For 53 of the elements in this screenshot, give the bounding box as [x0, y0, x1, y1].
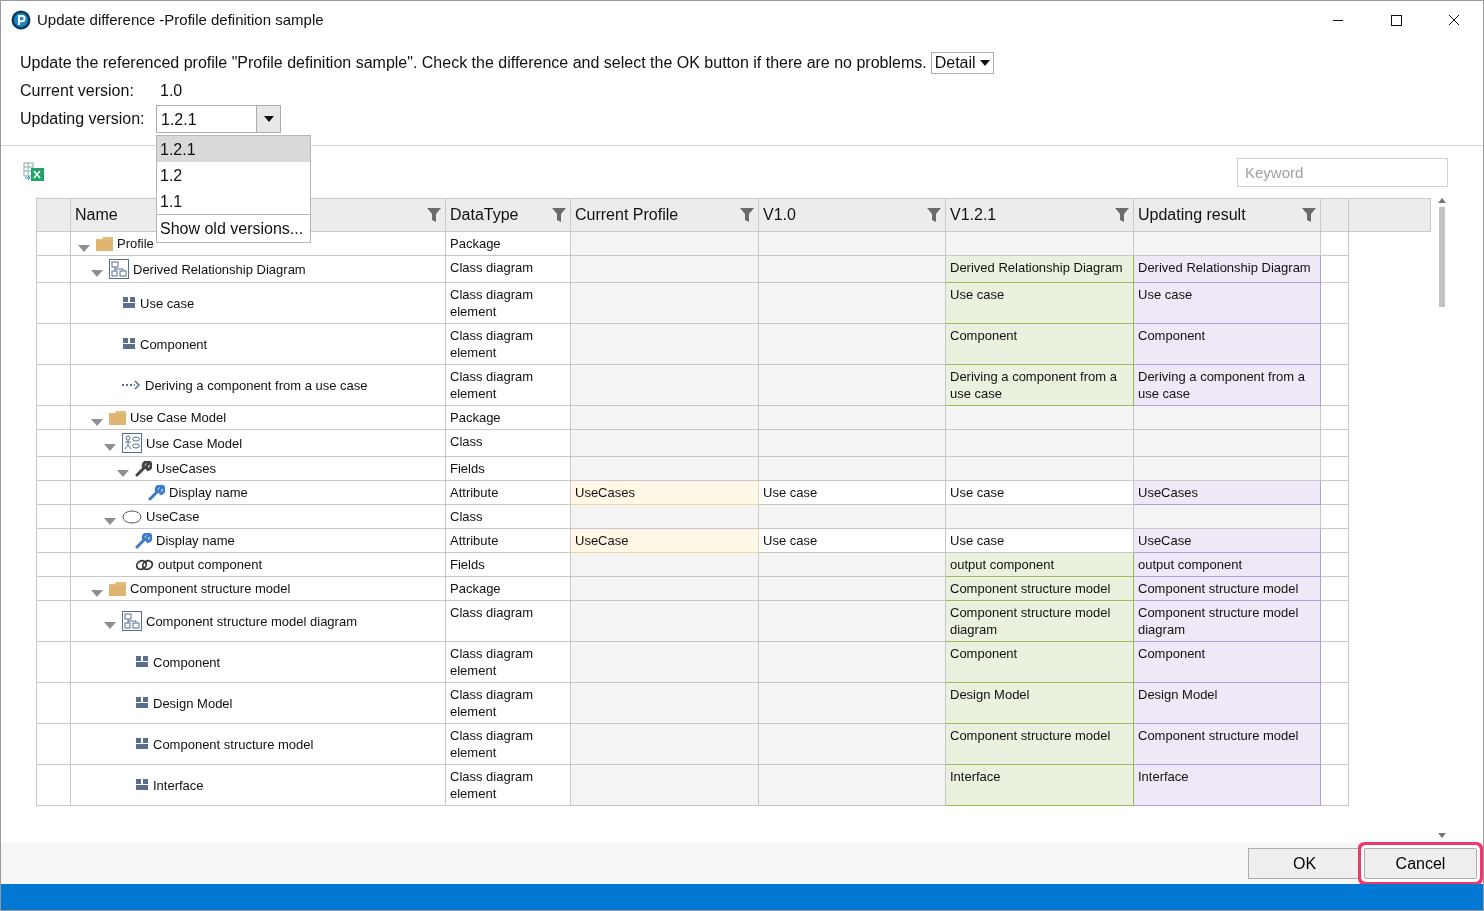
- current-version-value: 1.0: [160, 81, 183, 101]
- table-cell: Class diagram element: [445, 364, 571, 406]
- table-cell: Package: [445, 405, 571, 430]
- table-cell: Class diagram element: [445, 764, 571, 806]
- table-cell: Class: [445, 504, 571, 529]
- field-label: Updating version:: [20, 109, 146, 129]
- table-cell: Use case: [758, 528, 946, 553]
- table-cell: Package: [445, 576, 571, 601]
- table-cell: Component: [945, 641, 1134, 683]
- table-cell: Component: [1133, 641, 1321, 683]
- table-cell: Use case: [945, 480, 1134, 505]
- table-cell: Component structure model: [1133, 723, 1321, 765]
- table-cell: Component: [945, 323, 1134, 365]
- table-cell: Component structure model diagram: [1133, 600, 1321, 642]
- table-cell: Fields: [445, 456, 571, 481]
- table-cell: Design Model: [1133, 682, 1321, 724]
- table-cell: UseCase: [1133, 528, 1321, 553]
- table-cell: Deriving a component from a use case: [945, 364, 1134, 406]
- table-cell: Class diagram element: [445, 723, 571, 765]
- instruction-text: Update the referenced profile "Profile definition sample". Check the difference and select the OK button if there are no problems.: [20, 53, 927, 73]
- table-cell: Use case: [945, 528, 1134, 553]
- table-cell: output component: [945, 552, 1134, 577]
- table-cell: Use case: [945, 282, 1134, 324]
- table-cell: Class diagram: [445, 255, 571, 283]
- window-title: Update difference -Profile definition sample: [37, 9, 324, 30]
- field-label: Current version:: [20, 81, 135, 101]
- table-cell: Interface: [1133, 764, 1321, 806]
- table-cell: UseCase: [570, 528, 759, 553]
- table-cell: Attribute: [445, 480, 571, 505]
- table-cell: output component: [1133, 552, 1321, 577]
- table-cell: Use case: [758, 480, 946, 505]
- table-cell: Derived Relationship Diagram: [1133, 255, 1321, 283]
- table-cell: Fields: [445, 552, 571, 577]
- table-cell: Component structure model: [945, 723, 1134, 765]
- table-cell: Class: [445, 429, 571, 457]
- table-cell: Package: [445, 231, 571, 256]
- table-cell: Deriving a component from a use case: [1133, 364, 1321, 406]
- table-cell: Design Model: [945, 682, 1134, 724]
- table-cell: Component structure model: [945, 576, 1134, 601]
- table-cell: Class diagram element: [445, 282, 571, 324]
- table-cell: Class diagram element: [445, 641, 571, 683]
- table-cell: Component structure model diagram: [945, 600, 1134, 642]
- table-cell: Class diagram: [445, 600, 571, 642]
- table-cell: Derived Relationship Diagram: [945, 255, 1134, 283]
- table-cell: Attribute: [445, 528, 571, 553]
- table-cell: Interface: [945, 764, 1134, 806]
- table-cell: Component: [1133, 323, 1321, 365]
- table-cell: UseCases: [570, 480, 759, 505]
- table-cell: UseCases: [1133, 480, 1321, 505]
- table-cell: Use case: [1133, 282, 1321, 324]
- table-cell: Component structure model: [1133, 576, 1321, 601]
- table-cell: Class diagram element: [445, 682, 571, 724]
- table-cell: Class diagram element: [445, 323, 571, 365]
